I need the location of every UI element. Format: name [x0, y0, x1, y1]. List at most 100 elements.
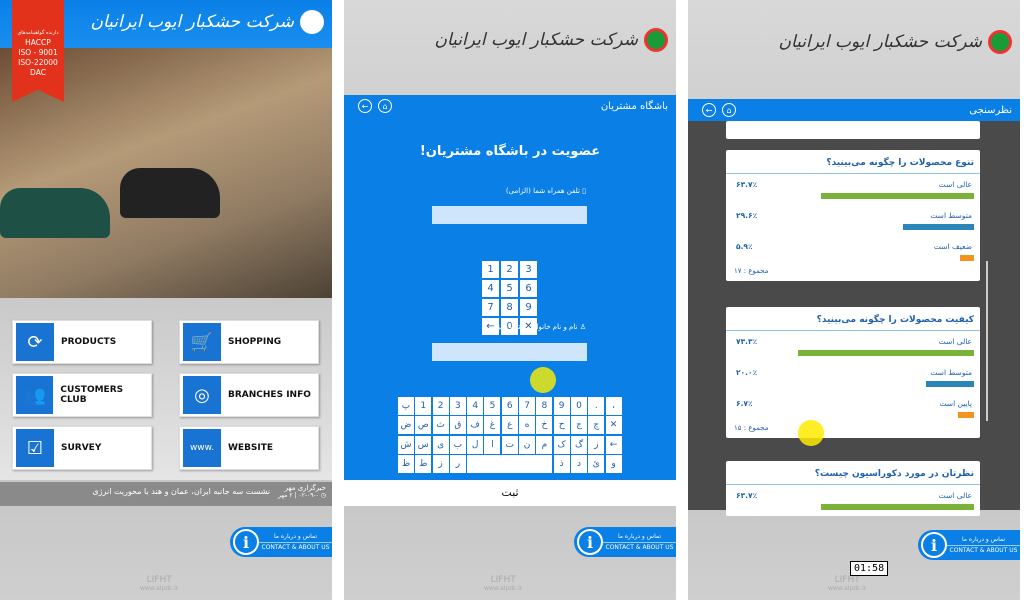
keyboard-key[interactable]: ا — [484, 435, 501, 454]
keyboard-key[interactable]: ز — [432, 454, 449, 473]
keyboard-key[interactable]: چ — [588, 416, 605, 435]
news-ticker[interactable]: خبرگزاری مهر ◷ ۰۲-۰۹-۰ | ۲ مهر نشست سه جا… — [0, 482, 332, 506]
keyboard-key[interactable]: 3 — [449, 397, 466, 415]
cert: ISO - 9001 — [18, 48, 58, 57]
survey-button[interactable]: ☑ SURVEY — [12, 426, 152, 470]
keyboard-key[interactable]: 1 — [415, 397, 432, 415]
keyboard-key[interactable]: خ — [536, 416, 553, 435]
keyboard-key[interactable]: د — [570, 454, 587, 473]
scrollbar[interactable] — [986, 261, 988, 421]
keyboard-key[interactable]: 6 — [501, 397, 518, 415]
products-button[interactable]: ⟳ PRODUCTS — [12, 320, 152, 364]
option-percent: ۶.۷٪ — [736, 399, 753, 408]
keyboard-key[interactable]: ط — [415, 454, 432, 473]
keyboard-key[interactable]: ب — [449, 435, 466, 454]
back-arrow-icon[interactable]: ← — [358, 99, 372, 113]
option-label: عالی است — [938, 337, 972, 346]
survey-option: پایین است ۶.۷٪ — [726, 393, 980, 424]
numpad-key[interactable]: 2 — [501, 261, 518, 278]
keyboard-key[interactable]: ← — [605, 435, 622, 454]
keyboard-key[interactable]: ئ — [588, 454, 605, 473]
watermark-name: LIFHT — [834, 575, 860, 585]
phone-input[interactable] — [432, 206, 587, 224]
watermark: LIFHT www.alpdc.ir — [484, 575, 522, 592]
contact-about-button[interactable]: i تماس و درباره ما CONTACT & ABOUT US — [230, 527, 332, 557]
keyboard-key[interactable]: . — [588, 397, 605, 415]
keyboard-key[interactable]: ی — [432, 435, 449, 454]
keyboard-key[interactable]: غ — [484, 416, 501, 435]
name-input[interactable] — [432, 343, 587, 361]
watermark-url: www.alpdc.ir — [140, 585, 179, 592]
keyboard-key[interactable]: 9 — [553, 397, 570, 415]
space-key[interactable] — [467, 454, 553, 473]
car-image — [0, 188, 110, 238]
watermark: LIFHT www.alpdc.ir — [828, 575, 866, 592]
news-headline[interactable]: نشست سه جانبه ایران، عمان و هند با محوری… — [92, 487, 270, 496]
keyboard-key[interactable]: ث — [432, 416, 449, 435]
numpad-key[interactable]: 5 — [501, 280, 518, 297]
branches-info-button[interactable]: ◎ BRANCHES INFO — [179, 373, 319, 417]
keyboard-key[interactable]: س — [415, 435, 432, 454]
keyboard-key[interactable]: ل — [467, 435, 484, 454]
keyboard-key[interactable]: ض — [398, 416, 414, 435]
cert: HACCP — [25, 38, 51, 47]
keyboard-key[interactable]: ق — [449, 416, 466, 435]
keyboard-key[interactable]: ک — [553, 435, 570, 454]
keyboard-key[interactable]: پ — [398, 397, 414, 415]
keyboard-key[interactable]: ف — [467, 416, 484, 435]
option-label: عالی است — [938, 180, 972, 189]
keyboard-key[interactable]: ظ — [398, 454, 414, 473]
keyboard-key[interactable]: ه — [519, 416, 536, 435]
keyboard-key[interactable]: ع — [501, 416, 518, 435]
keyboard-key[interactable]: گ — [570, 435, 587, 454]
numpad-key[interactable]: 4 — [482, 280, 499, 297]
news-source: خبرگزاری مهر — [284, 484, 326, 492]
keyboard-key[interactable]: 8 — [536, 397, 553, 415]
survey-option: ضعیف است ۵.۹٪ — [726, 236, 980, 267]
keyboard-key[interactable]: ج — [570, 416, 587, 435]
keyboard-key[interactable]: ن — [519, 435, 536, 454]
contact-about-button[interactable]: i تماس و درباره ما CONTACT & ABOUT US — [574, 527, 676, 557]
numpad-key[interactable]: 3 — [520, 261, 537, 278]
keyboard-key[interactable]: ، — [605, 397, 622, 415]
keyboard-key[interactable]: 0 — [570, 397, 587, 415]
brand-name: شرکت حشکبار ایوب ایرانیان — [90, 12, 294, 32]
keyboard-key[interactable]: ✕ — [605, 416, 622, 435]
numpad-key[interactable]: 7 — [482, 299, 499, 316]
watermark-url: www.alpdc.ir — [484, 585, 523, 592]
numpad-key[interactable]: 1 — [482, 261, 499, 278]
contact-about-button[interactable]: i تماس و درباره ما CONTACT & ABOUT US — [918, 530, 1020, 560]
keyboard-key[interactable]: ذ — [553, 454, 570, 473]
title-bar: نظرسنجی ⌂ ← — [688, 99, 1020, 121]
persian-keyboard: پ 1 2 3 4 5 6 7 8 9 0. ، ض ص ث ق ف غ ع ه خ ح ج چ ✕ ش س ی ب ل ا ت ن م ک گ ز ← ظ… — [398, 397, 622, 473]
home-icon[interactable]: ⌂ — [722, 103, 736, 117]
keyboard-key[interactable]: ت — [501, 435, 518, 454]
keyboard-key[interactable]: ز — [588, 435, 605, 454]
shopping-button[interactable]: 🛒 SHOPPING — [179, 320, 319, 364]
checklist-icon: ☑ — [16, 429, 54, 467]
home-icon[interactable]: ⌂ — [378, 99, 392, 113]
keyboard-key[interactable]: 7 — [519, 397, 536, 415]
label: BRANCHES INFO — [228, 390, 311, 400]
people-group-icon: 👥 — [16, 376, 54, 414]
keyboard-key[interactable]: 2 — [432, 397, 449, 415]
option-label: متوسط است — [930, 211, 972, 220]
keyboard-key[interactable]: ر — [449, 454, 466, 473]
option-label: ضعیف است — [933, 242, 972, 251]
refresh-arrows-icon: ⟳ — [16, 323, 54, 361]
submit-button[interactable]: ثبت — [344, 480, 676, 506]
back-arrow-icon[interactable]: ← — [702, 103, 716, 117]
numpad-key[interactable]: 9 — [520, 299, 537, 316]
customers-club-button[interactable]: 👥 CUSTOMERS CLUB — [12, 373, 152, 417]
numpad-key[interactable]: 8 — [501, 299, 518, 316]
keyboard-key[interactable]: ص — [415, 416, 432, 435]
keyboard-key[interactable]: ش — [398, 435, 414, 454]
keyboard-key[interactable]: و — [605, 454, 622, 473]
keyboard-key[interactable]: 4 — [467, 397, 484, 415]
keyboard-key[interactable]: ح — [553, 416, 570, 435]
website-button[interactable]: www. WEBSITE — [179, 426, 319, 470]
keyboard-key[interactable]: م — [536, 435, 553, 454]
watermark-name: LIFHT — [146, 575, 172, 585]
keyboard-key[interactable]: 5 — [484, 397, 501, 415]
numpad-key[interactable]: 6 — [520, 280, 537, 297]
